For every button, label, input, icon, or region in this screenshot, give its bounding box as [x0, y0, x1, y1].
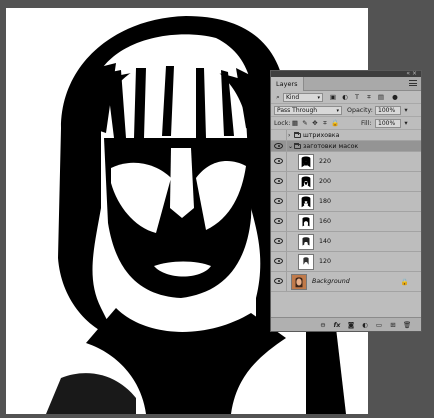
lock-artboard-icon[interactable]: ⌗ [321, 119, 329, 127]
visibility-eye-icon[interactable] [274, 258, 283, 264]
layer-140[interactable]: 140 [271, 232, 421, 252]
layer-group-zagotovki-masok[interactable]: ⌄ заготовки масок [271, 141, 421, 152]
visibility-eye-icon[interactable] [274, 178, 283, 184]
folder-icon [294, 132, 301, 138]
layer-name: 200 [319, 178, 332, 185]
layer-thumbnail [291, 274, 307, 290]
layer-thumbnail [298, 154, 314, 170]
layer-120[interactable]: 120 [271, 252, 421, 272]
layer-name: 180 [319, 198, 332, 205]
lock-row: Lock: ▦ ✎ ✥ ⌗ 🔒 Fill: 100% ▾ [271, 117, 421, 130]
photoshop-workspace: « × Layers ⌕ Kind ▾ ▣ ◐ T ⌗ ▤ ● Pass Thr… [0, 0, 434, 418]
layers-panel: « × Layers ⌕ Kind ▾ ▣ ◐ T ⌗ ▤ ● Pass Thr… [270, 70, 422, 332]
lock-label: Lock: [274, 120, 291, 127]
new-layer-icon[interactable]: ⊞ [389, 321, 397, 329]
visibility-eye-icon[interactable] [274, 238, 283, 244]
layer-name: заготовки масок [303, 143, 359, 150]
layer-name: 140 [319, 238, 332, 245]
layer-thumbnail [298, 174, 314, 190]
panel-collapse-close-controls[interactable]: « × [406, 70, 417, 77]
layer-thumbnail [298, 234, 314, 250]
layer-160[interactable]: 160 [271, 212, 421, 232]
lock-transparency-icon[interactable]: ▦ [291, 119, 299, 127]
fill-label: Fill: [361, 120, 372, 127]
filter-row: ⌕ Kind ▾ ▣ ◐ T ⌗ ▤ ● [271, 91, 421, 104]
fx-icon[interactable]: fx [333, 321, 341, 329]
fill-chevron-icon[interactable]: ▾ [402, 119, 410, 127]
chevron-down-icon: ▾ [317, 95, 320, 101]
layer-180[interactable]: 180 [271, 192, 421, 212]
layer-thumbnail [298, 214, 314, 230]
layer-name: 160 [319, 218, 332, 225]
visibility-eye-icon[interactable] [274, 218, 283, 224]
visibility-eye-icon[interactable] [274, 158, 283, 164]
panel-tab-row: Layers [271, 77, 421, 91]
panel-bottom-toolbar: ⊖ fx ◙ ◐ ▭ ⊞ 🗑 [271, 317, 421, 331]
new-adjustment-icon[interactable]: ◐ [361, 321, 369, 329]
visibility-eye-icon[interactable] [274, 278, 283, 284]
blend-mode-value: Pass Through [277, 107, 318, 114]
layer-name: 220 [319, 158, 332, 165]
blend-row: Pass Through ▾ Opacity: 100% ▾ [271, 104, 421, 117]
filter-toggle-icon[interactable]: ● [391, 93, 399, 101]
tab-layers[interactable]: Layers [271, 77, 304, 91]
opacity-chevron-icon[interactable]: ▾ [402, 106, 410, 114]
filter-kind-select[interactable]: Kind ▾ [283, 93, 323, 102]
adjustment-filter-icon[interactable]: ◐ [341, 93, 349, 101]
visibility-eye-icon[interactable] [274, 143, 283, 149]
lock-all-icon[interactable]: 🔒 [331, 119, 339, 127]
new-group-icon[interactable]: ▭ [375, 321, 383, 329]
layer-background[interactable]: Background 🔒 [271, 272, 421, 292]
collapse-arrow-icon[interactable]: ⌄ [288, 143, 293, 150]
folder-icon [294, 143, 301, 149]
layer-200[interactable]: 200 [271, 172, 421, 192]
visibility-eye-icon[interactable] [274, 198, 283, 204]
layer-name: Background [312, 278, 350, 285]
layer-name: штриховка [303, 132, 340, 139]
lock-pixels-icon[interactable]: ✎ [301, 119, 309, 127]
link-layers-icon[interactable]: ⊖ [319, 321, 327, 329]
expand-arrow-icon[interactable]: › [288, 132, 290, 139]
panel-menu-icon[interactable] [409, 80, 417, 88]
type-filter-icon[interactable]: T [353, 93, 361, 101]
lock-icon: 🔒 [400, 278, 409, 286]
search-icon: ⌕ [276, 93, 280, 101]
fill-field[interactable]: 100% [375, 119, 401, 128]
opacity-field[interactable]: 100% [375, 106, 401, 115]
shape-filter-icon[interactable]: ⌗ [365, 93, 373, 101]
layer-group-shtrikhovka[interactable]: › штриховка [271, 130, 421, 141]
layer-name: 120 [319, 258, 332, 265]
chevron-down-icon: ▾ [336, 108, 339, 114]
filter-kind-value: Kind [286, 94, 300, 101]
lock-position-icon[interactable]: ✥ [311, 119, 319, 127]
layer-thumbnail [298, 254, 314, 270]
blend-mode-select[interactable]: Pass Through ▾ [274, 106, 342, 115]
opacity-label: Opacity: [347, 107, 373, 114]
trash-icon[interactable]: 🗑 [403, 321, 411, 329]
layer-thumbnail [298, 194, 314, 210]
add-mask-icon[interactable]: ◙ [347, 321, 355, 329]
layer-220[interactable]: 220 [271, 152, 421, 172]
pixel-filter-icon[interactable]: ▣ [329, 93, 337, 101]
smart-object-filter-icon[interactable]: ▤ [377, 93, 385, 101]
